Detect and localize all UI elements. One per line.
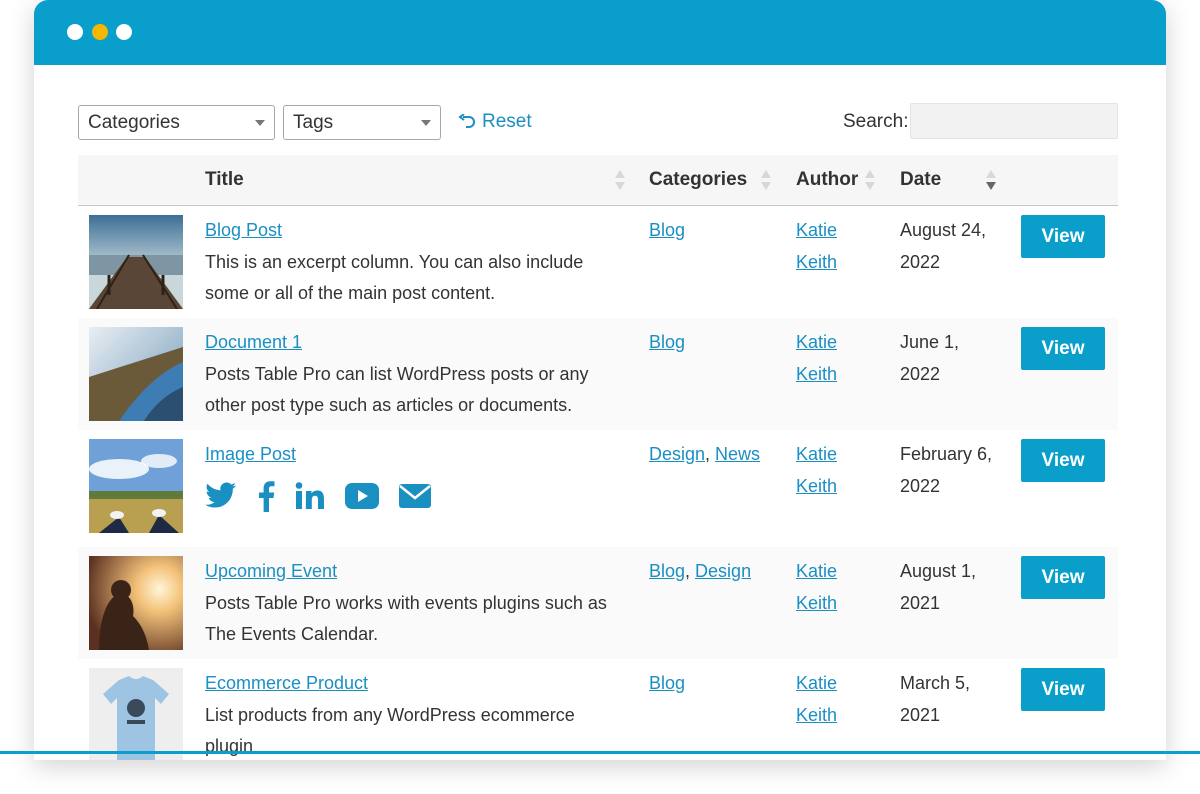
bottom-accent-line bbox=[0, 751, 1200, 754]
sort-icon[interactable] bbox=[615, 170, 625, 192]
post-date: March 5, 2021 bbox=[900, 673, 971, 725]
reset-icon bbox=[458, 114, 475, 128]
post-title-link[interactable]: Image Post bbox=[205, 444, 296, 464]
category-link[interactable]: News bbox=[715, 444, 760, 464]
reset-link[interactable]: Reset bbox=[458, 111, 532, 133]
view-button[interactable]: View bbox=[1021, 327, 1105, 370]
table-row: Ecommerce Product List products from any… bbox=[78, 659, 1118, 760]
browser-window: Categories Tags Reset Search: Title Cate… bbox=[34, 0, 1166, 760]
author-link[interactable]: Katie Keith bbox=[796, 215, 866, 278]
twitter-icon[interactable] bbox=[205, 482, 237, 510]
window-dot-minimize[interactable] bbox=[92, 24, 108, 40]
post-date: August 24, 2022 bbox=[900, 220, 987, 272]
post-excerpt: Posts Table Pro can list WordPress posts… bbox=[205, 363, 589, 416]
sort-icon[interactable] bbox=[865, 170, 875, 192]
email-icon[interactable] bbox=[399, 483, 431, 508]
table-row: Blog Post This is an excerpt column. You… bbox=[78, 206, 1118, 318]
posts-table: Title Categories Author Date Blog Post T… bbox=[78, 155, 1118, 760]
author-link[interactable]: Katie Keith bbox=[796, 327, 866, 390]
reset-label: Reset bbox=[482, 111, 532, 132]
window-dot-maximize[interactable] bbox=[116, 24, 132, 40]
table-row: Document 1 Posts Table Pro can list Word… bbox=[78, 318, 1118, 430]
view-button[interactable]: View bbox=[1021, 215, 1105, 258]
category-link[interactable]: Design bbox=[695, 561, 751, 581]
post-title-link[interactable]: Ecommerce Product bbox=[205, 673, 368, 693]
column-header-title[interactable]: Title bbox=[205, 169, 244, 191]
post-title-link[interactable]: Upcoming Event bbox=[205, 561, 337, 581]
column-header-date[interactable]: Date bbox=[900, 169, 941, 191]
table-controls: Categories Tags Reset Search: bbox=[78, 103, 1118, 141]
post-date: June 1, 2022 bbox=[900, 332, 960, 384]
view-button[interactable]: View bbox=[1021, 668, 1105, 711]
category-link[interactable]: Design bbox=[649, 444, 705, 464]
view-button[interactable]: View bbox=[1021, 556, 1105, 599]
sort-icon[interactable] bbox=[761, 170, 771, 192]
author-link[interactable]: Katie Keith bbox=[796, 668, 866, 731]
linkedin-icon[interactable] bbox=[295, 481, 325, 510]
categories-filter-label: Categories bbox=[88, 112, 180, 133]
categories-filter-select[interactable]: Categories bbox=[78, 105, 275, 140]
post-excerpt: Posts Table Pro works with events plugin… bbox=[205, 592, 607, 645]
column-header-categories[interactable]: Categories bbox=[649, 169, 747, 191]
window-dot-close[interactable] bbox=[67, 24, 83, 40]
category-link[interactable]: Blog bbox=[649, 561, 685, 581]
chevron-down-icon bbox=[255, 120, 265, 126]
post-title-link[interactable]: Blog Post bbox=[205, 220, 282, 240]
tags-filter-label: Tags bbox=[293, 112, 334, 133]
posts-table-container: Categories Tags Reset Search: Title Cate… bbox=[78, 103, 1118, 760]
table-header: Title Categories Author Date bbox=[78, 155, 1118, 206]
search-label: Search: bbox=[843, 111, 909, 132]
category-link[interactable]: Blog bbox=[649, 673, 685, 693]
sort-desc-icon[interactable] bbox=[986, 170, 996, 192]
author-link[interactable]: Katie Keith bbox=[796, 556, 866, 619]
field-photo-thumbnail[interactable] bbox=[89, 439, 183, 533]
category-link[interactable]: Blog bbox=[649, 332, 685, 352]
social-icons bbox=[205, 480, 625, 512]
pier-photo-thumbnail[interactable] bbox=[89, 215, 183, 309]
author-link[interactable]: Katie Keith bbox=[796, 439, 866, 502]
view-button[interactable]: View bbox=[1021, 439, 1105, 482]
tshirt-photo-thumbnail[interactable] bbox=[89, 668, 183, 760]
chevron-down-icon bbox=[421, 120, 431, 126]
post-date: February 6, 2022 bbox=[900, 444, 993, 496]
post-title-link[interactable]: Document 1 bbox=[205, 332, 302, 352]
table-row: Upcoming Event Posts Table Pro works wit… bbox=[78, 547, 1118, 659]
road-photo-thumbnail[interactable] bbox=[89, 327, 183, 421]
post-date: August 1, 2021 bbox=[900, 561, 977, 613]
post-excerpt: List products from any WordPress ecommer… bbox=[205, 704, 575, 757]
table-row: Image Post Design, News Katie Keith Febr… bbox=[78, 430, 1118, 547]
tags-filter-select[interactable]: Tags bbox=[283, 105, 441, 140]
facebook-icon[interactable] bbox=[257, 480, 275, 512]
window-titlebar bbox=[34, 0, 1166, 65]
search-input[interactable] bbox=[910, 103, 1118, 139]
sunset-photo-thumbnail[interactable] bbox=[89, 556, 183, 650]
youtube-icon[interactable] bbox=[345, 482, 379, 509]
category-link[interactable]: Blog bbox=[649, 220, 685, 240]
post-excerpt: This is an excerpt column. You can also … bbox=[205, 251, 584, 304]
column-header-author[interactable]: Author bbox=[796, 169, 858, 191]
